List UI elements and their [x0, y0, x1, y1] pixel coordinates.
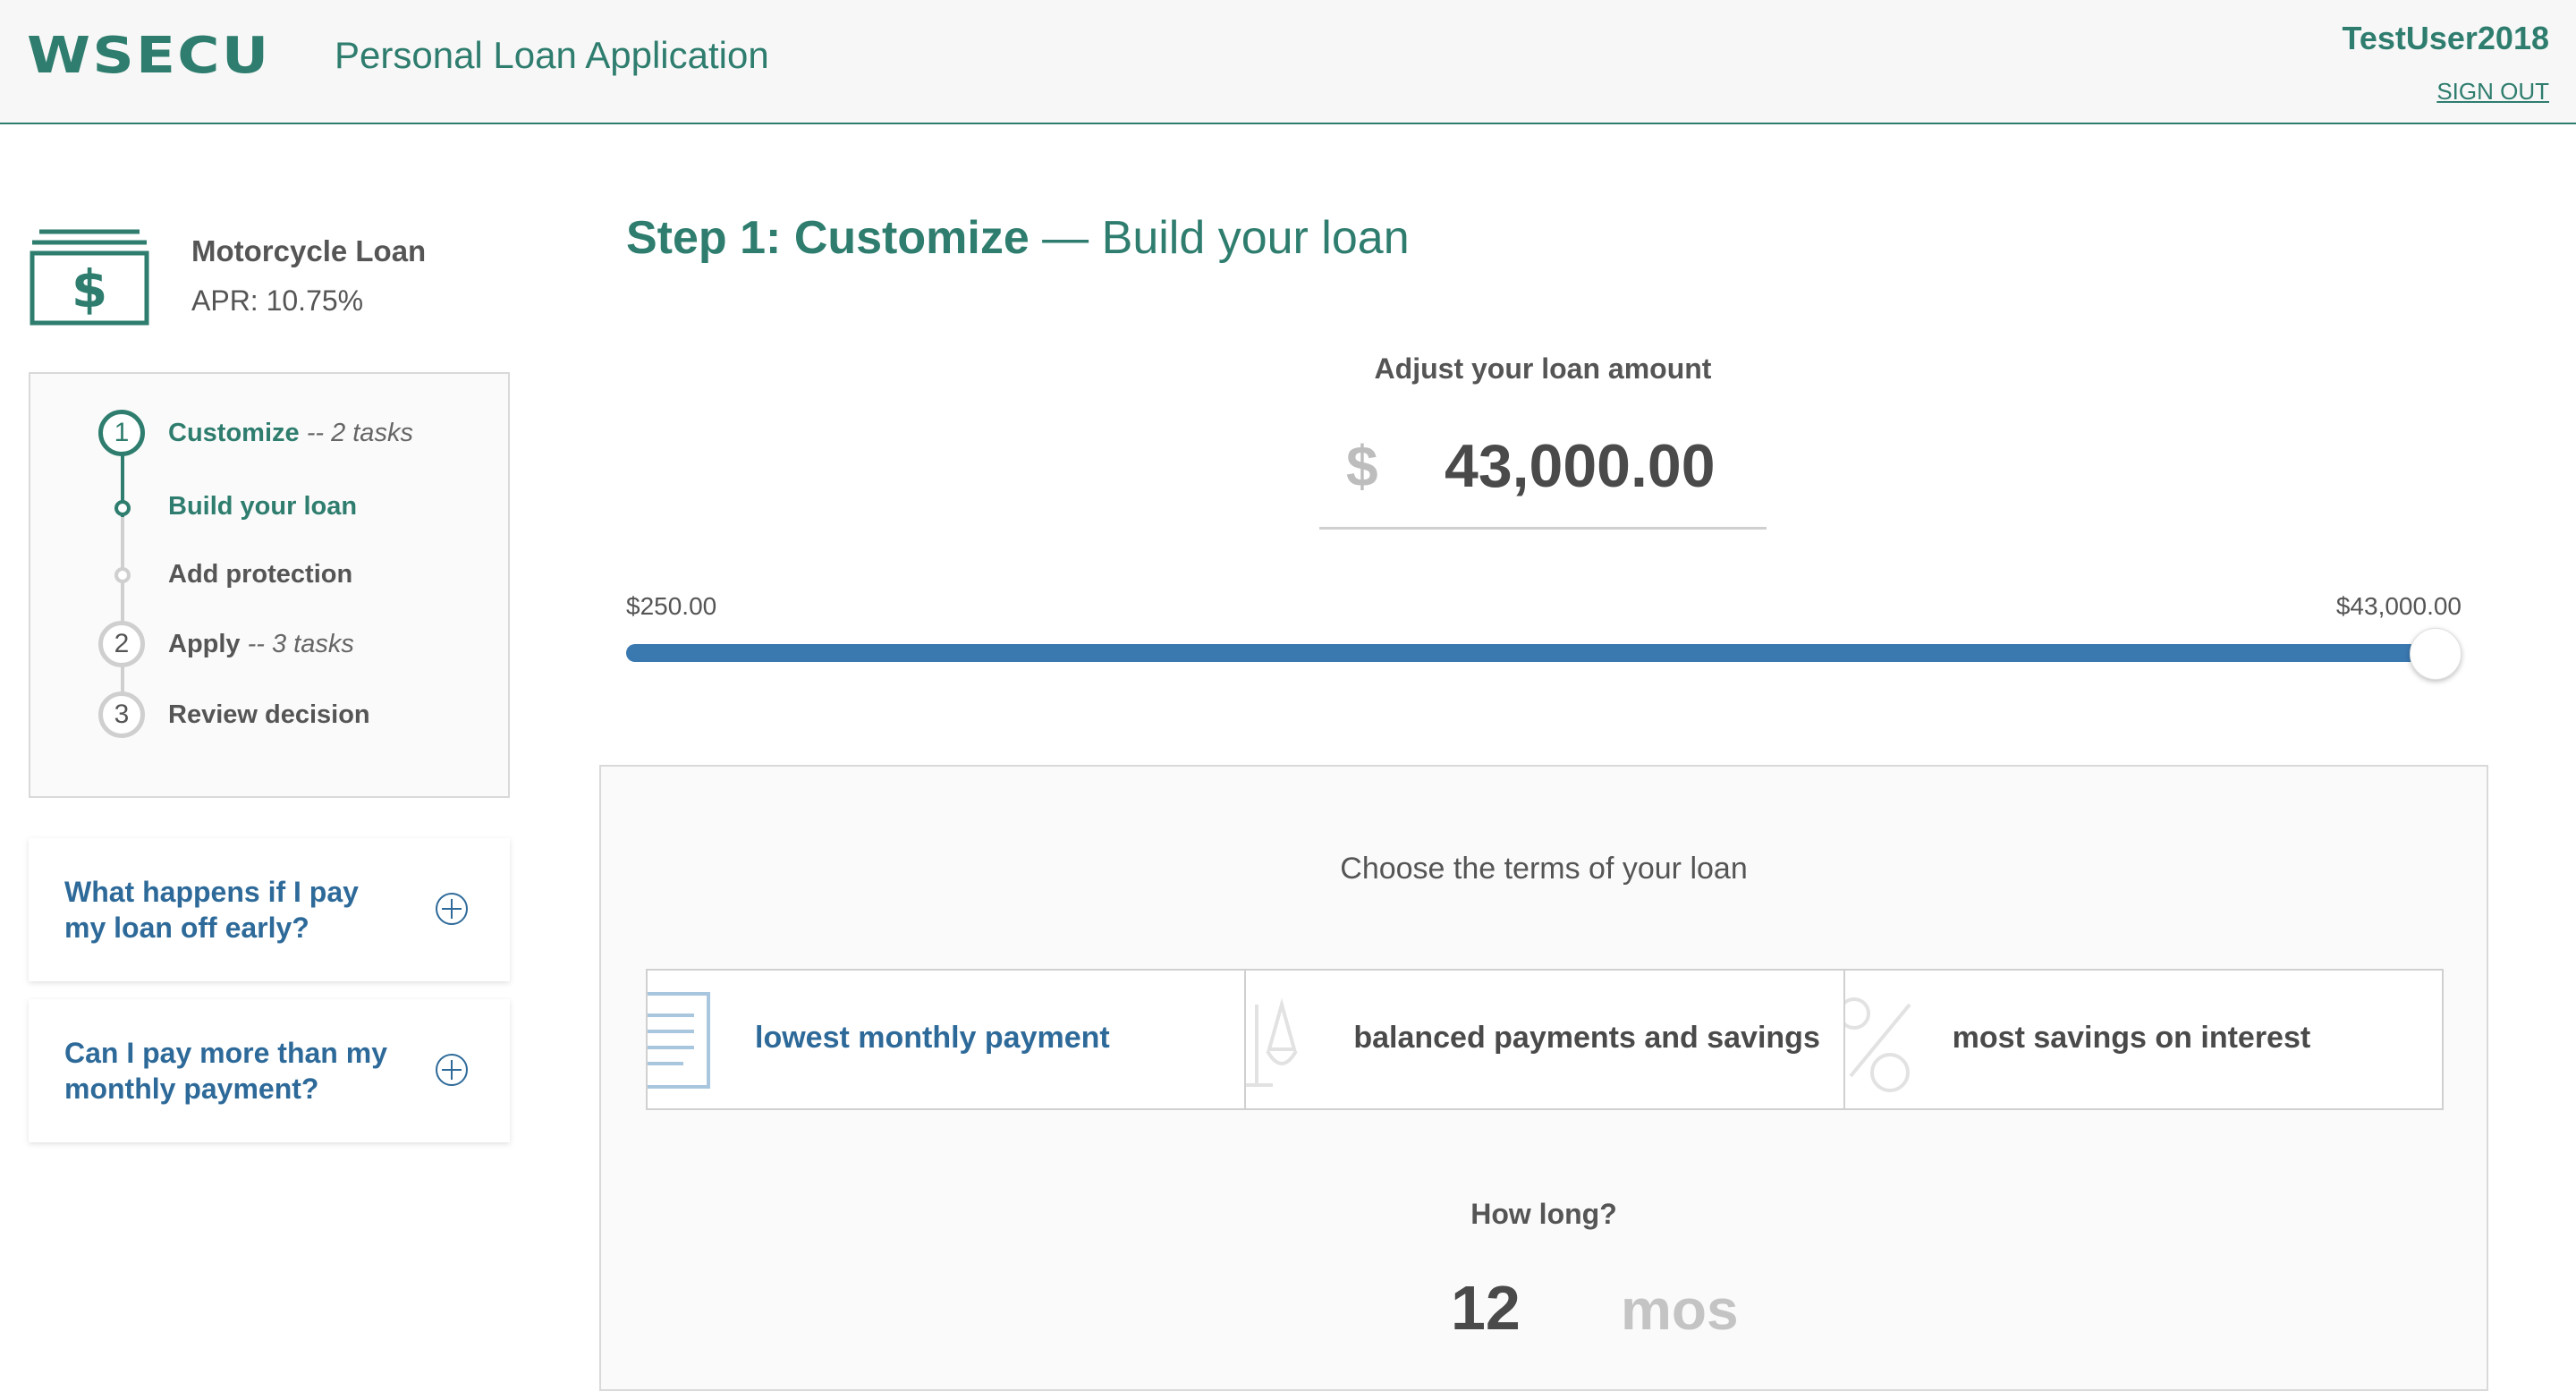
- step-3-label[interactable]: Review decision: [168, 700, 370, 730]
- substep-build-your-loan[interactable]: Build your loan: [168, 492, 357, 522]
- app-header: WSECU Personal Loan Application TestUser…: [0, 0, 2576, 124]
- loan-amount-value[interactable]: 43,000.00: [1445, 431, 1716, 501]
- loan-amount-label: Adjust your loan amount: [1374, 352, 1712, 385]
- scale-icon: [1246, 997, 1299, 1087]
- plus-circle-icon[interactable]: [435, 1053, 469, 1087]
- option-label: most savings on interest: [1952, 1021, 2311, 1055]
- faq-question: Can I pay more than my monthly payment?: [64, 1037, 387, 1105]
- faq-pay-more[interactable]: Can I pay more than my monthly payment?: [29, 999, 510, 1142]
- option-most-savings[interactable]: most savings on interest: [1844, 971, 2442, 1108]
- substep-marker: [114, 567, 131, 583]
- svg-text:$: $: [72, 259, 107, 319]
- app-title: Personal Loan Application: [335, 34, 769, 76]
- option-label: lowest monthly payment: [755, 1021, 1110, 1055]
- step-2-title: Apply: [168, 630, 241, 658]
- option-balanced[interactable]: balanced payments and savings: [1246, 971, 1845, 1108]
- slider-min-label: $250.00: [626, 592, 717, 620]
- step-2-task-count: -- 3 tasks: [240, 630, 354, 658]
- slider-handle[interactable]: [2410, 628, 2462, 680]
- term-length-unit: mos: [1621, 1277, 1739, 1342]
- faq-pay-off-early[interactable]: What happens if I pay my loan off early?: [29, 838, 510, 981]
- step-2-label[interactable]: Apply -- 3 tasks: [168, 630, 354, 659]
- substep-add-protection[interactable]: Add protection: [168, 560, 352, 589]
- loan-name: Motorcycle Loan: [191, 234, 427, 267]
- page-title-step: Step 1: Customize: [626, 212, 1030, 264]
- currency-symbol: $: [1346, 434, 1378, 498]
- loan-amount-input[interactable]: $ 43,000.00: [1319, 411, 1767, 530]
- step-2-marker: 2: [98, 621, 145, 667]
- step-1-task-count: -- 2 tasks: [299, 419, 413, 447]
- option-label: balanced payments and savings: [1353, 1021, 1820, 1055]
- step-1-title: Customize: [168, 419, 300, 447]
- step-1-label[interactable]: Customize -- 2 tasks: [168, 419, 413, 448]
- loan-amount-slider[interactable]: [626, 644, 2433, 662]
- cash-register-icon: $: [30, 229, 149, 326]
- sign-out-link[interactable]: SIGN OUT: [2436, 78, 2549, 106]
- step-3-marker: 3: [98, 691, 145, 738]
- loan-terms-panel: Choose the terms of your loan lowest mon…: [599, 765, 2488, 1391]
- faq-question: What happens if I pay my loan off early?: [64, 876, 359, 944]
- substep-marker: [114, 500, 131, 516]
- page-title: Step 1: Customize — Build your loan: [626, 211, 1410, 265]
- step-1-marker: 1: [98, 410, 145, 456]
- term-length-label: How long?: [1470, 1198, 1617, 1230]
- option-lowest-monthly-payment[interactable]: lowest monthly payment: [648, 971, 1247, 1108]
- wsecu-logo[interactable]: WSECU: [27, 27, 270, 85]
- term-options: lowest monthly payment balanced payments…: [646, 969, 2444, 1110]
- term-length-value[interactable]: 12: [1451, 1272, 1521, 1344]
- document-icon: [648, 992, 710, 1089]
- terms-heading: Choose the terms of your loan: [1340, 852, 1748, 886]
- plus-circle-icon[interactable]: [435, 892, 469, 926]
- page-title-subtitle: — Build your loan: [1029, 212, 1410, 264]
- loan-apr: APR: 10.75%: [191, 284, 364, 317]
- username: TestUser2018: [2342, 20, 2550, 56]
- progress-steps: 1 Customize -- 2 tasks Build your loan A…: [29, 372, 510, 798]
- slider-max-label: $43,000.00: [2335, 592, 2462, 620]
- percent-icon: [1844, 997, 1911, 1092]
